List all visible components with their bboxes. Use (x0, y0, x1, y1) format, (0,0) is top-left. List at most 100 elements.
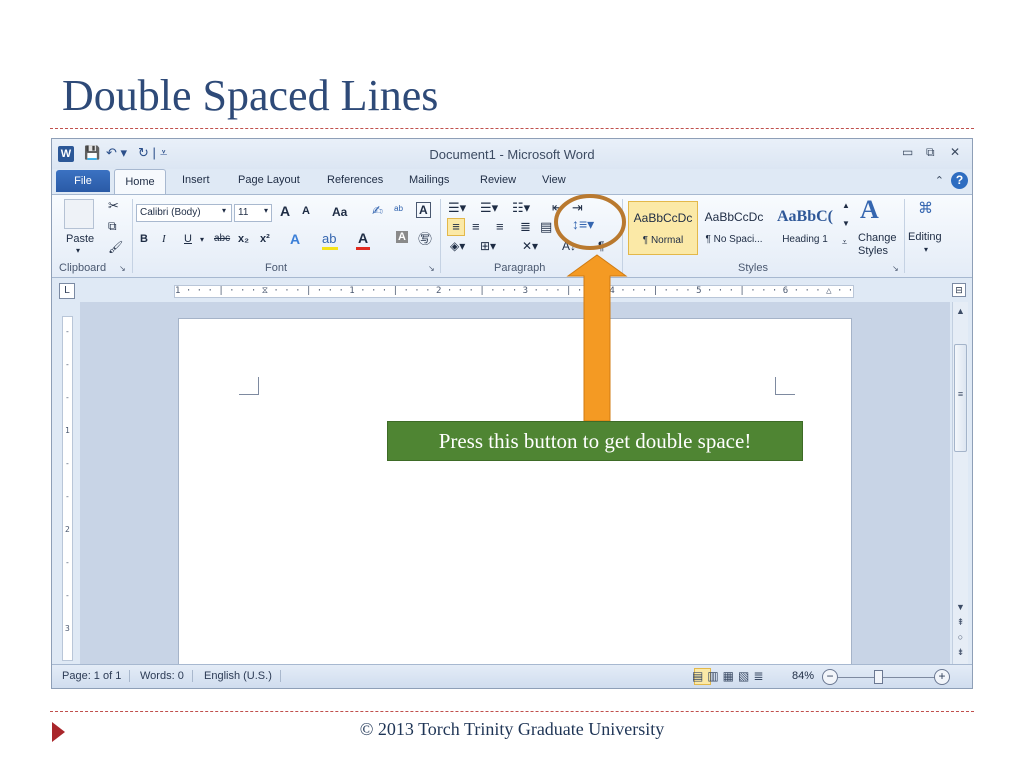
next-page-icon[interactable]: ⇟ (953, 647, 968, 658)
borders-icon[interactable]: ⊞▾ (480, 239, 496, 253)
font-name-dropdown-icon[interactable]: ▾ (222, 206, 226, 215)
slide-title: Double Spaced Lines (62, 71, 439, 120)
zoom-slider-thumb[interactable] (874, 670, 884, 684)
character-shading-icon[interactable]: A (396, 231, 408, 243)
paste-icon[interactable] (64, 199, 94, 229)
distributed-button[interactable]: ▤ (540, 219, 552, 235)
previous-page-icon[interactable]: ⇞ (953, 617, 968, 628)
cut-icon[interactable]: ✂ (108, 198, 119, 214)
language-indicator[interactable]: English (U.S.) (204, 670, 281, 682)
change-styles-icon[interactable]: A (860, 195, 879, 225)
tab-review[interactable]: Review (480, 174, 516, 186)
phonetic-guide-icon[interactable]: ᵃᵇ (394, 203, 403, 217)
underline-button[interactable]: U (184, 233, 192, 245)
paste-dropdown-icon[interactable]: ▾ (76, 246, 80, 255)
tab-home[interactable]: Home (114, 169, 166, 195)
document-page[interactable] (178, 318, 852, 664)
change-case-button[interactable]: Aa (332, 205, 347, 219)
word-count[interactable]: Words: 0 (140, 670, 193, 682)
underline-dropdown-icon[interactable]: ▾ (200, 235, 204, 244)
zoom-slider[interactable] (838, 677, 938, 678)
bold-button[interactable]: B (140, 233, 148, 245)
view-ruler-icon[interactable]: ⊟ (952, 283, 966, 297)
text-effects-icon[interactable]: A (290, 231, 300, 247)
view-buttons[interactable]: ▤▥▦▧≣ (692, 669, 767, 683)
scroll-thumb[interactable]: ≡ (954, 344, 967, 452)
paragraph-launcher-icon[interactable]: ↘ (608, 264, 615, 273)
clipboard-launcher-icon[interactable]: ↘ (119, 264, 126, 273)
increase-indent-icon[interactable]: ⇥ (572, 200, 583, 216)
vertical-ruler-mark: - (65, 558, 70, 567)
style-no-spacing[interactable]: AaBbCcDc ¶ No Spaci... (699, 201, 769, 255)
help-icon[interactable]: ? (951, 172, 968, 189)
tab-mailings[interactable]: Mailings (409, 174, 449, 186)
scroll-down-icon[interactable]: ▼ (953, 602, 968, 612)
font-name-select[interactable]: Calibri (Body) (136, 204, 232, 222)
restore-icon[interactable]: ⧉ (926, 145, 935, 160)
editing-button[interactable]: Editing (908, 231, 942, 243)
status-bar: Page: 1 of 1 Words: 0 English (U.S.) ▤▥▦… (52, 664, 972, 688)
justify-button[interactable]: ≣ (520, 219, 531, 235)
styles-scroll-down-icon[interactable]: ▼ (842, 219, 850, 228)
enclose-characters-icon[interactable]: ㊢ (418, 229, 432, 249)
styles-scroll-up-icon[interactable]: ▲ (842, 201, 850, 210)
styles-launcher-icon[interactable]: ↘ (892, 264, 899, 273)
style-sample: AaBbCcDc (704, 210, 764, 224)
shading-icon[interactable]: ◈▾ (450, 239, 465, 253)
show-hide-button[interactable]: ¶ (598, 239, 604, 253)
binoculars-icon[interactable]: ⌘ (918, 199, 933, 217)
style-normal[interactable]: AaBbCcDc ¶ Normal (628, 201, 698, 255)
shrink-font-button[interactable]: A (302, 205, 310, 217)
bullets-icon[interactable]: ☰▾ (448, 200, 466, 216)
page-count[interactable]: Page: 1 of 1 (62, 670, 131, 682)
horizontal-ruler[interactable]: 1 · · · | · · · ⧖ · · · | · · · 1 · · · … (174, 285, 854, 298)
vertical-ruler-mark: - (65, 459, 70, 468)
decrease-indent-icon[interactable]: ⇤ (552, 200, 563, 216)
scroll-grip-icon: ≡ (957, 389, 964, 399)
select-browse-object-icon[interactable]: ○ (953, 632, 968, 642)
vertical-scrollbar[interactable]: ▲ ≡ ▼ ⇞ ○ ⇟ (952, 302, 968, 664)
font-size-dropdown-icon[interactable]: ▾ (264, 206, 268, 215)
close-icon[interactable]: ✕ (950, 145, 960, 159)
align-right-button[interactable]: ≡ (496, 219, 504, 234)
asian-layout-icon[interactable]: ✕▾ (522, 239, 538, 253)
zoom-out-icon[interactable]: − (822, 669, 838, 685)
multilevel-list-icon[interactable]: ☷▾ (512, 200, 530, 216)
style-name: ¶ Normal (642, 235, 684, 246)
format-painter-icon[interactable]: 🖌 (108, 240, 123, 254)
minimize-icon[interactable]: ▭ (902, 145, 913, 159)
tab-insert[interactable]: Insert (182, 174, 210, 186)
numbering-icon[interactable]: ☰▾ (480, 200, 498, 216)
styles-more-icon[interactable]: ⩡ (842, 237, 847, 248)
zoom-in-icon[interactable]: + (934, 669, 950, 685)
tab-file[interactable]: File (56, 170, 110, 192)
font-launcher-icon[interactable]: ↘ (428, 264, 435, 273)
italic-button[interactable]: I (162, 233, 166, 245)
style-heading-1[interactable]: AaBbC( Heading 1 (770, 201, 840, 255)
scroll-up-icon[interactable]: ▲ (953, 306, 968, 316)
minimize-ribbon-icon[interactable]: ⌃ (935, 174, 944, 187)
change-styles-button[interactable]: Change (858, 232, 897, 244)
spelling-icon[interactable]: ✍ (372, 203, 383, 219)
strikethrough-button[interactable]: abc (214, 233, 230, 244)
zoom-level[interactable]: 84% (792, 670, 814, 682)
grow-font-button[interactable]: A (280, 203, 290, 219)
copy-icon[interactable]: ⧉ (108, 219, 117, 234)
tab-references[interactable]: References (327, 174, 383, 186)
sort-icon[interactable]: A↓ (562, 239, 576, 253)
editing-dropdown-icon[interactable]: ▾ (924, 245, 928, 254)
align-left-button[interactable]: ≡ (447, 218, 465, 236)
subscript-button[interactable]: x₂ (238, 233, 249, 245)
line-spacing-button[interactable]: ↕≡▾ (572, 216, 594, 233)
tab-view[interactable]: View (542, 174, 566, 186)
character-border-icon[interactable]: A (416, 202, 431, 218)
paste-button[interactable]: Paste (66, 233, 94, 245)
footer-divider (50, 711, 974, 712)
tab-page-layout[interactable]: Page Layout (238, 174, 300, 186)
superscript-button[interactable]: x² (260, 233, 270, 245)
font-color-button[interactable]: A (358, 230, 368, 246)
change-styles-button-line2[interactable]: Styles (858, 245, 888, 257)
align-center-button[interactable]: ≡ (472, 219, 480, 234)
highlight-icon[interactable]: ab (322, 231, 336, 246)
tab-selector-button[interactable]: L (59, 283, 75, 299)
